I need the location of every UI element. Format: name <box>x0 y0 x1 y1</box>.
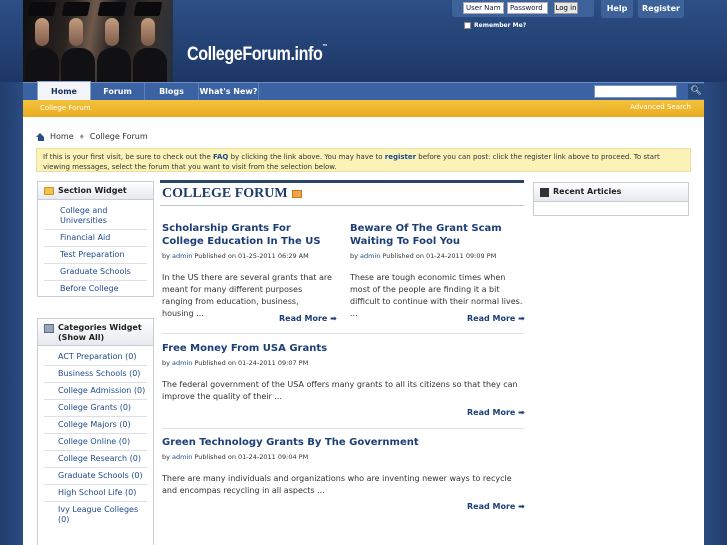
username-input[interactable] <box>463 2 504 14</box>
remember-me[interactable]: Remember Me? <box>464 22 526 29</box>
article-title[interactable]: Beware Of The Grant Scam Waiting To Fool… <box>350 222 525 248</box>
article-card: Free Money From USA Grants by admin Publ… <box>162 342 524 403</box>
search-icon[interactable]: 🔍︎ <box>688 84 704 99</box>
article-card: Scholarship Grants For College Education… <box>162 222 332 320</box>
category-item[interactable]: ACT Preparation (0) <box>44 349 147 366</box>
article-title[interactable]: Free Money From USA Grants <box>162 342 524 355</box>
help-button[interactable]: Help <box>601 0 633 18</box>
subnav-college-forum-link[interactable]: College Forum <box>40 104 91 112</box>
feed-icon <box>540 188 549 197</box>
college-forum-header: COLLEGE FORUM <box>160 180 524 206</box>
site-header: CollegeForum.info™ Log in Remember Me? H… <box>0 0 727 82</box>
tab-whats-new[interactable]: What's New? <box>199 83 259 101</box>
category-item[interactable]: College Online (0) <box>44 434 147 451</box>
category-item[interactable]: College Majors (0) <box>44 417 147 434</box>
article-meta: by admin Published on 01-24-2011 09:09 P… <box>350 252 497 260</box>
divider <box>162 333 524 334</box>
article-meta: by admin Published on 01-24-2011 09:04 P… <box>162 453 309 461</box>
section-item-financial-aid[interactable]: Financial Aid <box>44 230 147 247</box>
divider <box>162 428 524 429</box>
article-card: Green Technology Grants By The Governmen… <box>162 436 524 497</box>
breadcrumb-separator-icon: ♦ <box>78 132 85 141</box>
read-more-link[interactable]: Read More ➡ <box>279 314 337 323</box>
page-title: COLLEGE FORUM <box>162 186 288 201</box>
folder-icon <box>44 187 54 195</box>
category-item[interactable]: Ivy League Colleges (0) <box>44 502 147 528</box>
article-excerpt: The federal government of the USA offers… <box>162 380 518 401</box>
author-link[interactable]: admin <box>172 359 192 367</box>
section-item-college-universities[interactable]: College and Universities <box>44 203 147 230</box>
recent-articles-widget: Recent Articles <box>533 182 689 216</box>
read-more-link[interactable]: Read More ➡ <box>467 502 525 511</box>
article-title[interactable]: Scholarship Grants For College Education… <box>162 222 332 248</box>
category-item[interactable]: Business Schools (0) <box>44 366 147 383</box>
section-item-before-college[interactable]: Before College <box>44 281 147 297</box>
section-item-graduate-schools[interactable]: Graduate Schools <box>44 264 147 281</box>
password-input[interactable] <box>507 2 548 14</box>
login-form: Log in <box>452 0 594 17</box>
read-more-link[interactable]: Read More ➡ <box>467 408 525 417</box>
category-item[interactable]: College Grants (0) <box>44 400 147 417</box>
login-button[interactable]: Log in <box>554 2 578 14</box>
tab-blogs[interactable]: Blogs <box>145 83 199 101</box>
author-link[interactable]: admin <box>172 252 192 260</box>
main-nav: Home Forum Blogs What's New? 🔍︎ <box>23 81 704 101</box>
home-icon[interactable] <box>36 132 45 141</box>
register-link[interactable]: register <box>385 153 416 161</box>
categories-widget: Categories Widget (Show All) ACT Prepara… <box>37 318 154 545</box>
rss-icon[interactable] <box>291 190 302 198</box>
article-card: Beware Of The Grant Scam Waiting To Fool… <box>350 222 525 320</box>
author-link[interactable]: admin <box>172 453 192 461</box>
site-logo[interactable]: CollegeForum.info™ <box>187 44 327 66</box>
categories-widget-header: Categories Widget (Show All) <box>38 319 153 346</box>
tab-forum[interactable]: Forum <box>91 83 145 101</box>
article-title[interactable]: Green Technology Grants By The Governmen… <box>162 436 524 449</box>
category-item[interactable]: College Admission (0) <box>44 383 147 400</box>
remember-me-checkbox[interactable] <box>464 22 471 29</box>
article-excerpt: These are tough economic times when most… <box>350 273 523 318</box>
first-visit-notice: If this is your first visit, be sure to … <box>36 148 691 172</box>
breadcrumb-current: College Forum <box>89 132 148 141</box>
advanced-search-link[interactable]: Advanced Search <box>630 103 691 111</box>
register-button[interactable]: Register <box>638 0 684 18</box>
search-input[interactable] <box>594 85 677 98</box>
section-widget: Section Widget College and Universities … <box>37 181 154 297</box>
category-item[interactable]: High School Life (0) <box>44 485 147 502</box>
breadcrumb: Home ♦ College Forum <box>36 132 148 141</box>
tab-home[interactable]: Home <box>37 81 91 101</box>
article-meta: by admin Published on 01-25-2011 06:29 A… <box>162 252 309 260</box>
sub-nav: College Forum Advanced Search <box>23 100 704 117</box>
read-more-link[interactable]: Read More ➡ <box>467 314 525 323</box>
categories-icon <box>44 324 54 333</box>
category-item[interactable]: Graduate Schools (0) <box>44 468 147 485</box>
article-meta: by admin Published on 01-24-2011 09:07 P… <box>162 359 309 367</box>
section-widget-header: Section Widget <box>38 182 153 200</box>
header-photo <box>23 0 173 82</box>
section-item-test-preparation[interactable]: Test Preparation <box>44 247 147 264</box>
author-link[interactable]: admin <box>360 252 380 260</box>
recent-articles-header: Recent Articles <box>534 183 688 202</box>
article-excerpt: There are many individuals and organizat… <box>162 474 512 495</box>
faq-link[interactable]: FAQ <box>213 153 228 161</box>
breadcrumb-home[interactable]: Home <box>50 132 74 141</box>
article-excerpt: In the US there are several grants that … <box>162 273 332 318</box>
category-item[interactable]: College Research (0) <box>44 451 147 468</box>
